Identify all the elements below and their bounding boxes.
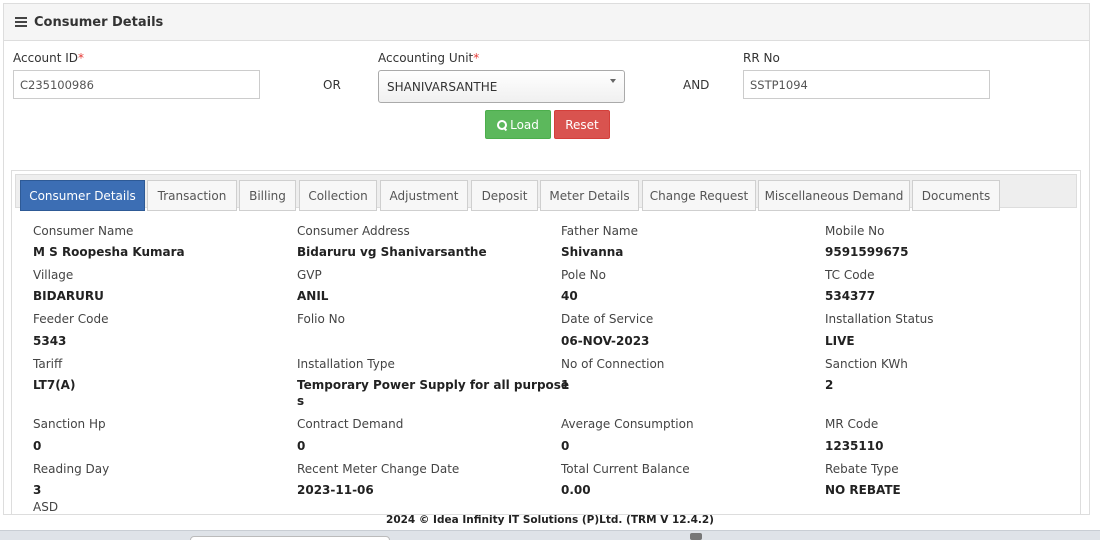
accounting-unit-value: SHANIVARSANTHE bbox=[387, 79, 498, 94]
search-icon bbox=[497, 119, 508, 130]
and-text: AND bbox=[683, 78, 710, 92]
village-label: Village bbox=[33, 268, 74, 282]
tabs-container: Consumer Details Transaction Billing Col… bbox=[11, 170, 1081, 515]
accounting-unit-label: Accounting Unit* bbox=[378, 51, 479, 65]
total-current-balance-label: Total Current Balance bbox=[561, 462, 690, 476]
load-button[interactable]: Load bbox=[485, 110, 551, 139]
gvp-label: GVP bbox=[297, 268, 322, 282]
sanction-hp-label: Sanction Hp bbox=[33, 417, 106, 431]
reading-day-label: Reading Day bbox=[33, 462, 110, 476]
date-of-service-value: 06-NOV-2023 bbox=[561, 334, 650, 348]
taskbar-app-icon[interactable] bbox=[690, 533, 702, 540]
tab-deposit[interactable]: Deposit bbox=[471, 180, 538, 211]
browser-bottom-strip bbox=[0, 530, 1100, 540]
mr-code-label: MR Code bbox=[825, 417, 879, 431]
consumer-name-value: M S Roopesha Kumara bbox=[33, 245, 185, 259]
mr-code-value: 1235110 bbox=[825, 439, 884, 453]
folio-no-label: Folio No bbox=[297, 312, 345, 326]
installation-type-label: Installation Type bbox=[297, 357, 395, 371]
taskbar-search-box[interactable] bbox=[190, 536, 390, 540]
rebate-type-value: NO REBATE bbox=[825, 483, 901, 497]
mobile-no-value: 9591599675 bbox=[825, 245, 909, 259]
reading-day-value: 3 bbox=[33, 483, 42, 497]
account-id-label: Account ID* bbox=[13, 51, 84, 65]
panel-header: Consumer Details bbox=[4, 4, 1089, 41]
installation-type-value: Temporary Power Supply for all purpose bbox=[297, 378, 570, 392]
tab-consumer-details[interactable]: Consumer Details bbox=[20, 180, 145, 211]
tc-code-label: TC Code bbox=[825, 268, 875, 282]
sanction-kwh-value: 2 bbox=[825, 378, 834, 392]
sanction-hp-value: 0 bbox=[33, 439, 42, 453]
rr-no-label: RR No bbox=[743, 51, 780, 65]
feeder-code-label: Feeder Code bbox=[33, 312, 109, 326]
installation-status-label: Installation Status bbox=[825, 312, 934, 326]
chevron-down-icon bbox=[610, 79, 616, 83]
village-value: BIDARURU bbox=[33, 289, 104, 303]
recent-meter-change-date-label: Recent Meter Change Date bbox=[297, 462, 460, 476]
consumer-address-value: Bidaruru vg Shanivarsanthe bbox=[297, 245, 487, 259]
date-of-service-label: Date of Service bbox=[561, 312, 654, 326]
accounting-unit-select[interactable]: SHANIVARSANTHE bbox=[378, 70, 625, 103]
tab-billing[interactable]: Billing bbox=[239, 180, 296, 211]
account-id-input[interactable]: C235100986 bbox=[13, 70, 260, 99]
tariff-value: LT7(A) bbox=[33, 378, 76, 392]
account-id-label-text: Account ID bbox=[13, 51, 79, 65]
page: Consumer Details Account ID* C235100986 … bbox=[0, 0, 1100, 540]
tab-miscellaneous-demand[interactable]: Miscellaneous Demand bbox=[758, 180, 910, 211]
pole-no-label: Pole No bbox=[561, 268, 606, 282]
tab-meter-details[interactable]: Meter Details bbox=[540, 180, 639, 211]
installation-type-value-wrap: s bbox=[297, 394, 305, 408]
tab-change-request[interactable]: Change Request bbox=[642, 180, 756, 211]
tab-transaction[interactable]: Transaction bbox=[147, 180, 237, 211]
contract-demand-value: 0 bbox=[297, 439, 306, 453]
hamburger-icon[interactable] bbox=[15, 17, 27, 27]
recent-meter-change-date-value: 2023-11-06 bbox=[297, 483, 374, 497]
reset-button[interactable]: Reset bbox=[554, 110, 610, 139]
average-consumption-value: 0 bbox=[561, 439, 570, 453]
installation-status-value: LIVE bbox=[825, 334, 855, 348]
rr-no-input[interactable]: SSTP1094 bbox=[743, 70, 990, 99]
mobile-no-label: Mobile No bbox=[825, 224, 885, 238]
panel-title: Consumer Details bbox=[34, 14, 164, 30]
no-of-connection-value: 1 bbox=[561, 378, 570, 392]
no-of-connection-label: No of Connection bbox=[561, 357, 665, 371]
tab-collection[interactable]: Collection bbox=[299, 180, 377, 211]
tab-bar: Consumer Details Transaction Billing Col… bbox=[15, 174, 1077, 211]
tab-adjustment[interactable]: Adjustment bbox=[380, 180, 468, 211]
total-current-balance-value: 0.00 bbox=[561, 483, 591, 497]
tab-documents[interactable]: Documents bbox=[912, 180, 1000, 211]
average-consumption-label: Average Consumption bbox=[561, 417, 694, 431]
pole-no-value: 40 bbox=[561, 289, 578, 303]
footer-copyright: 2024 © Idea Infinity IT Solutions (P)Ltd… bbox=[386, 514, 714, 526]
gvp-value: ANIL bbox=[297, 289, 329, 303]
load-button-label: Load bbox=[510, 117, 539, 132]
father-name-value: Shivanna bbox=[561, 245, 624, 259]
consumer-address-label: Consumer Address bbox=[297, 224, 410, 238]
accounting-unit-label-text: Accounting Unit bbox=[378, 51, 474, 65]
or-text: OR bbox=[323, 78, 341, 92]
consumer-name-label: Consumer Name bbox=[33, 224, 134, 238]
feeder-code-value: 5343 bbox=[33, 334, 67, 348]
contract-demand-label: Contract Demand bbox=[297, 417, 404, 431]
tariff-label: Tariff bbox=[33, 357, 63, 371]
required-mark: * bbox=[473, 51, 480, 65]
father-name-label: Father Name bbox=[561, 224, 638, 238]
sanction-kwh-label: Sanction KWh bbox=[825, 357, 908, 371]
required-mark: * bbox=[78, 51, 85, 65]
tc-code-value: 534377 bbox=[825, 289, 876, 303]
asd-label: ASD bbox=[33, 500, 59, 514]
rebate-type-label: Rebate Type bbox=[825, 462, 899, 476]
